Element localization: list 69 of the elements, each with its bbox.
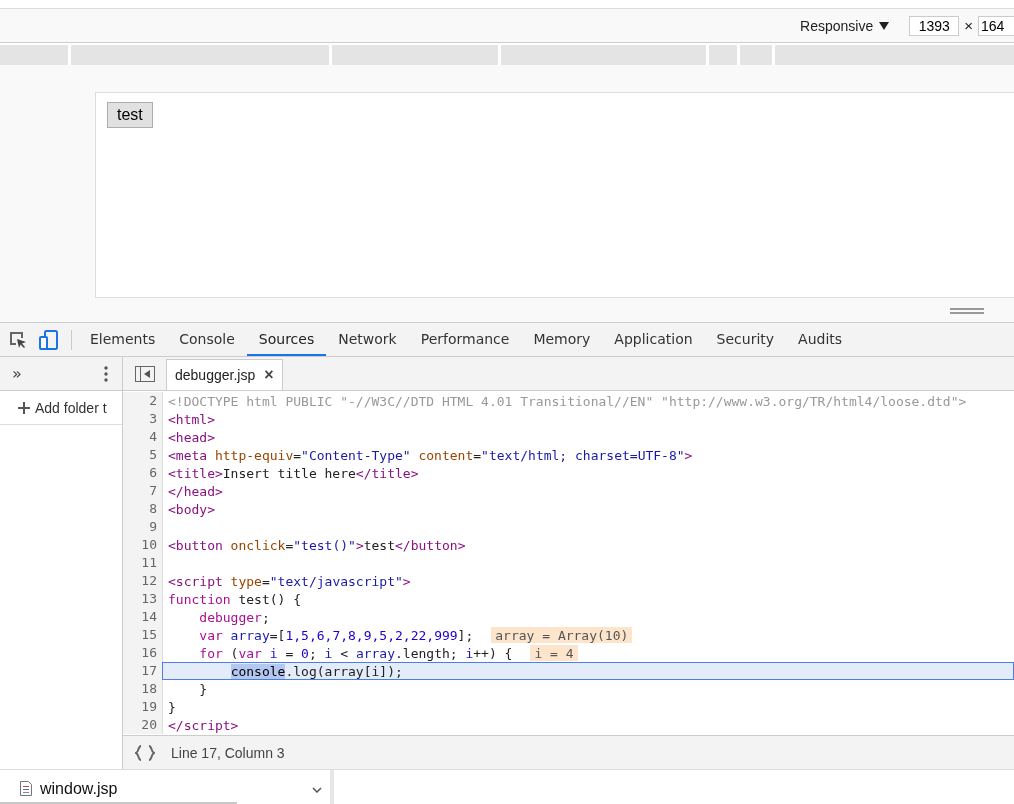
device-icon[interactable] [39, 329, 59, 350]
file-name: debugger.jsp [175, 367, 256, 383]
line-number: 19 [123, 698, 163, 716]
code-text: <body> [168, 501, 215, 517]
code-text: for (var i = 0; i < array.length; i++) { [198, 645, 513, 661]
times-sign: × [964, 17, 973, 34]
line-number: 14 [123, 608, 163, 626]
panel-tab[interactable]: Elements [78, 323, 168, 356]
line-number: 11 [123, 554, 163, 572]
line-number: 12 [123, 572, 163, 590]
line-number: 7 [123, 482, 163, 500]
panel-tab[interactable]: Performance [408, 323, 522, 356]
more-options-icon[interactable] [104, 365, 108, 382]
sidebar-toggle-icon[interactable] [135, 365, 155, 382]
code-text: <head> [168, 429, 215, 445]
file-list-item[interactable]: window.jsp [20, 779, 118, 798]
code-text: console.log(array[i]); [229, 663, 403, 679]
line-number: 20 [123, 716, 163, 734]
line-number: 10 [123, 536, 163, 554]
line-number: 17 [123, 662, 163, 680]
line-number: 9 [123, 518, 163, 536]
code-text: debugger; [198, 609, 270, 625]
line-number: 2 [123, 392, 163, 410]
device-dropdown[interactable]: Responsive [800, 17, 874, 34]
line-number: 16 [123, 644, 163, 662]
line-number: 15 [123, 626, 163, 644]
code-text: </script> [168, 717, 239, 733]
line-number: 13 [123, 590, 163, 608]
code-text: <html> [168, 411, 215, 427]
code-text: <script type="text/javascript"> [168, 573, 411, 589]
file-tab[interactable]: debugger.jsp × [166, 359, 283, 390]
more-tabs-button[interactable]: » [12, 364, 22, 383]
width-field[interactable]: 1393 [909, 15, 960, 36]
inline-value: i = 4 [530, 645, 578, 661]
line-number: 18 [123, 680, 163, 698]
code-text: <button onclick="test()">test</button> [168, 537, 466, 553]
panel-tab[interactable]: Application [602, 323, 705, 356]
line-number: 8 [123, 500, 163, 518]
panel-tab[interactable]: Network [326, 323, 409, 356]
line-number: 4 [123, 428, 163, 446]
code-text: } [198, 681, 208, 697]
code-text: </head> [168, 483, 223, 499]
line-number: 3 [123, 410, 163, 428]
inspect-icon[interactable] [9, 330, 27, 349]
cursor-position: Line 17, Column 3 [171, 744, 285, 761]
panel-tab[interactable]: Security [704, 323, 787, 356]
code-text: function test() { [168, 591, 302, 607]
panel-tab[interactable]: Audits [786, 323, 855, 356]
add-folder-button[interactable]: Add folder t [0, 391, 122, 425]
test-button[interactable]: test [107, 102, 153, 128]
file-icon[interactable] [20, 781, 32, 796]
caret-icon[interactable] [879, 21, 890, 30]
code-text: <title>Insert title here</title> [168, 465, 419, 481]
code-text: var array=[1,5,6,7,8,9,5,2,22,999]; [198, 627, 474, 643]
plus-icon[interactable] [18, 401, 30, 414]
file-name: window.jsp [40, 779, 118, 798]
height-field[interactable]: 164 [978, 15, 1014, 36]
close-button[interactable]: × [264, 366, 274, 384]
resize-handle-icon[interactable] [950, 308, 984, 314]
code-text: <meta http-equiv="Content-Type" content="text/html; charset=UTF-8"> [168, 447, 693, 463]
panel-tab[interactable]: Memory [521, 323, 603, 356]
inline-value: array = Array(10) [491, 627, 633, 643]
chevron-down-icon[interactable] [312, 787, 322, 793]
pretty-print-icon[interactable] [135, 744, 155, 761]
panel-tab[interactable]: Console [167, 323, 247, 356]
line-number: 5 [123, 446, 163, 464]
code-text: } [168, 699, 176, 715]
code-text: <!DOCTYPE html PUBLIC "-//W3C//DTD HTML 4.01 Transitional//EN" "http://www.w3.org/TR/html4/loose.dtd"> [168, 393, 967, 409]
line-number: 6 [123, 464, 163, 482]
